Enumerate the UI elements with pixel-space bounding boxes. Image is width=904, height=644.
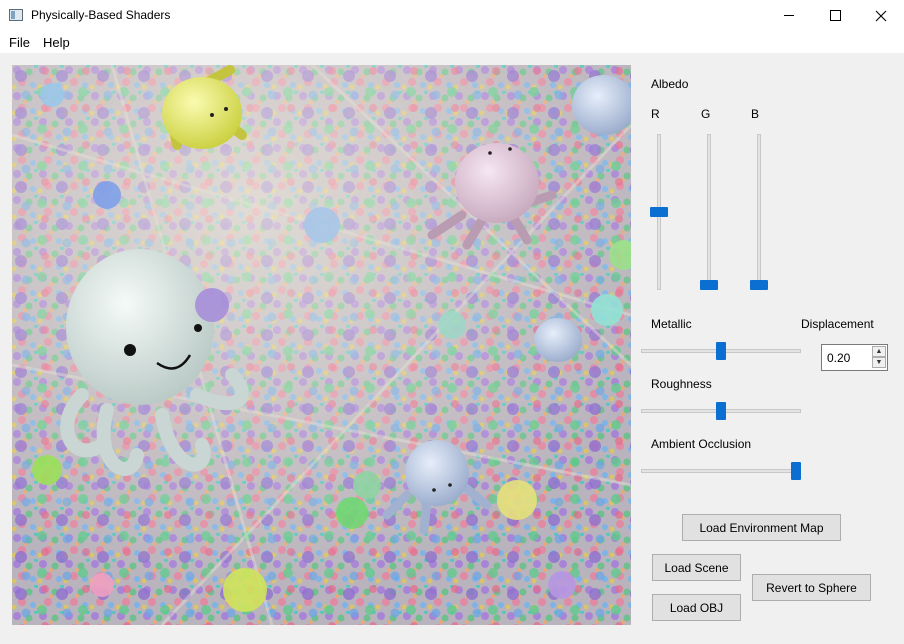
metallic-label: Metallic xyxy=(651,317,692,331)
displacement-value[interactable]: 0.20 xyxy=(827,351,850,365)
ambient-occlusion-label: Ambient Occlusion xyxy=(651,437,752,451)
load-scene-button[interactable]: Load Scene xyxy=(652,554,741,581)
ambient-occlusion-slider[interactable] xyxy=(641,469,801,473)
albedo-g-label: G xyxy=(701,107,711,121)
roughness-slider-handle[interactable] xyxy=(716,402,726,420)
menu-bar: File Help xyxy=(0,31,904,53)
spin-down-button[interactable]: ▼ xyxy=(872,357,886,368)
close-icon xyxy=(875,10,887,21)
menu-file[interactable]: File xyxy=(9,35,30,50)
app-icon xyxy=(9,9,23,21)
displacement-spinbox[interactable]: 0.20 ▲ ▼ xyxy=(821,344,888,371)
close-button[interactable] xyxy=(858,0,904,31)
albedo-g-slider[interactable] xyxy=(707,134,711,290)
displacement-label: Displacement xyxy=(801,317,874,331)
spin-up-button[interactable]: ▲ xyxy=(872,346,886,357)
revert-to-sphere-button[interactable]: Revert to Sphere xyxy=(752,574,871,601)
metallic-slider-handle[interactable] xyxy=(716,342,726,360)
maximize-button[interactable] xyxy=(812,0,858,31)
maximize-icon xyxy=(829,10,841,21)
ambient-occlusion-slider-handle[interactable] xyxy=(791,462,801,480)
window-title: Physically-Based Shaders xyxy=(31,8,171,22)
albedo-label: Albedo xyxy=(651,77,689,91)
load-obj-button[interactable]: Load OBJ xyxy=(652,594,741,621)
render-image xyxy=(12,65,631,625)
load-environment-map-button[interactable]: Load Environment Map xyxy=(682,514,841,541)
title-bar: Physically-Based Shaders xyxy=(0,0,904,31)
albedo-r-label: R xyxy=(651,107,660,121)
albedo-g-slider-handle[interactable] xyxy=(700,280,718,290)
render-viewport[interactable] xyxy=(12,65,631,625)
albedo-r-slider-handle[interactable] xyxy=(650,207,668,217)
minimize-icon xyxy=(784,15,794,16)
albedo-b-label: B xyxy=(751,107,760,121)
roughness-label: Roughness xyxy=(651,377,712,391)
minimize-button[interactable] xyxy=(766,0,812,31)
albedo-b-slider[interactable] xyxy=(757,134,761,290)
menu-help[interactable]: Help xyxy=(43,35,70,50)
albedo-b-slider-handle[interactable] xyxy=(750,280,768,290)
